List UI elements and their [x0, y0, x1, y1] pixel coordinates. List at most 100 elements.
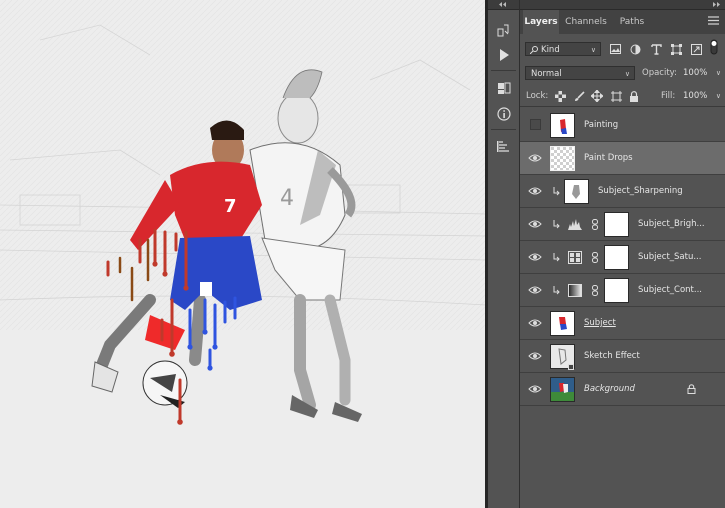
visibility-toggle[interactable]	[530, 119, 541, 130]
layer-painting[interactable]: Painting	[520, 109, 725, 142]
levels-icon	[568, 219, 582, 230]
lock-all-button[interactable]	[628, 90, 640, 102]
opacity-field[interactable]: 100% ∨	[678, 66, 723, 80]
lock-icon	[630, 90, 638, 102]
toggle-icon	[710, 39, 718, 55]
filter-toggle-button[interactable]	[708, 39, 720, 55]
libraries-button[interactable]	[493, 77, 514, 98]
eye-icon[interactable]	[528, 350, 542, 362]
panel-header[interactable]	[520, 0, 725, 10]
layer-name[interactable]: Paint Drops	[584, 142, 633, 175]
link-icon[interactable]	[592, 252, 598, 263]
clipping-arrow-icon	[553, 286, 560, 295]
link-icon[interactable]	[592, 285, 598, 296]
layer-sketch-effect[interactable]: Sketch Effect	[520, 340, 725, 373]
layer-background[interactable]: Background	[520, 373, 725, 406]
lock-position-button[interactable]	[591, 90, 603, 102]
layer-name[interactable]: Subject_Cont...	[638, 274, 702, 307]
layer-thumbnail	[564, 179, 589, 204]
collapse-icon[interactable]	[499, 2, 507, 7]
info-button[interactable]	[493, 103, 514, 124]
eye-icon[interactable]	[528, 383, 542, 395]
svg-text:4: 4	[280, 186, 294, 211]
lock-pixels-button[interactable]	[573, 90, 585, 102]
blend-mode-value: Normal	[531, 69, 562, 79]
collapse-icon[interactable]	[713, 2, 721, 7]
layer-mask-thumbnail[interactable]	[604, 245, 629, 270]
tool-strip	[488, 0, 520, 508]
tab-paths[interactable]: Paths	[613, 10, 651, 34]
layer-name[interactable]: Subject_Satu...	[638, 241, 701, 274]
eye-icon[interactable]	[528, 152, 542, 164]
history-icon	[497, 24, 508, 36]
history-button[interactable]	[493, 20, 514, 41]
layer-mask-thumbnail[interactable]	[604, 212, 629, 237]
actions-button[interactable]	[493, 44, 514, 65]
lock-transparent-button[interactable]	[554, 90, 566, 102]
layer-subject-saturation[interactable]: Subject_Satu...	[520, 241, 725, 274]
fill-field[interactable]: 100% ∨	[678, 89, 723, 103]
filter-adjustment-button[interactable]	[629, 43, 641, 55]
lock-label: Lock:	[526, 91, 549, 101]
layer-name[interactable]: Sketch Effect	[584, 340, 640, 373]
lock-artboard-button[interactable]	[610, 90, 622, 102]
eye-icon[interactable]	[528, 218, 542, 230]
tab-channels[interactable]: Channels	[561, 10, 611, 34]
layer-name[interactable]: Subject	[584, 307, 616, 340]
layer-paint-drops[interactable]: Paint Drops	[520, 142, 725, 175]
fill-label: Fill:	[661, 91, 676, 101]
properties-button[interactable]	[493, 136, 514, 157]
hue-saturation-icon	[568, 251, 582, 264]
lock-icon	[687, 384, 696, 394]
layer-name[interactable]: Subject_Sharpening	[598, 175, 683, 208]
layer-subject-sharpening[interactable]: Subject_Sharpening	[520, 175, 725, 208]
layer-mask-thumbnail[interactable]	[604, 278, 629, 303]
layer-thumbnail	[550, 377, 575, 402]
tool-strip-header[interactable]	[488, 0, 519, 10]
chevron-down-icon: ∨	[715, 92, 721, 100]
layer-subject-contrast[interactable]: Subject_Cont...	[520, 274, 725, 307]
filter-pixel-button[interactable]	[609, 43, 621, 55]
layer-subject[interactable]: Subject	[520, 307, 725, 340]
image-icon	[609, 44, 621, 54]
libraries-icon	[497, 82, 510, 94]
tab-layers[interactable]: Layers	[523, 10, 559, 34]
play-icon	[499, 48, 509, 61]
brush-icon	[574, 90, 585, 101]
layer-thumbnail	[550, 311, 575, 336]
layer-name[interactable]: Background	[584, 373, 635, 406]
eye-icon[interactable]	[528, 317, 542, 329]
filter-kind-dropdown[interactable]: Kind ∨	[525, 42, 601, 56]
half-circle-icon	[630, 44, 640, 54]
chevron-down-icon: ∨	[590, 46, 596, 54]
filter-type-button[interactable]	[650, 43, 662, 55]
move-icon	[591, 90, 603, 102]
properties-icon	[496, 140, 509, 152]
document-canvas[interactable]: 4 7	[0, 0, 486, 508]
opacity-label: Opacity:	[642, 68, 677, 78]
layer-thumbnail	[550, 146, 575, 171]
layer-subject-brightness[interactable]: Subject_Brigh...	[520, 208, 725, 241]
link-icon[interactable]	[592, 219, 598, 230]
layer-name[interactable]: Painting	[584, 109, 618, 142]
eye-icon[interactable]	[528, 185, 542, 197]
blend-mode-dropdown[interactable]: Normal ∨	[525, 66, 635, 80]
eye-icon[interactable]	[528, 284, 542, 296]
clipping-arrow-icon	[553, 220, 560, 229]
eye-icon[interactable]	[528, 251, 542, 263]
layer-name[interactable]: Subject_Brigh...	[638, 208, 705, 241]
layers-panel: Layers Channels Paths Kind ∨ Normal ∨ Op…	[520, 0, 725, 508]
layer-thumbnail	[550, 113, 575, 138]
artwork-image: 4 7	[0, 0, 486, 508]
gradient-map-icon	[568, 284, 582, 297]
filter-shape-button[interactable]	[670, 43, 682, 55]
clipping-arrow-icon	[553, 187, 560, 196]
panel-menu-icon[interactable]	[708, 16, 719, 25]
panel-tabs: Layers Channels Paths	[520, 10, 725, 34]
info-icon	[496, 106, 511, 121]
chevron-down-icon: ∨	[715, 69, 721, 77]
checkerboard-icon	[554, 90, 566, 102]
opacity-value: 100%	[683, 68, 708, 78]
artboard-icon	[610, 90, 622, 102]
filter-smart-object-button[interactable]	[690, 43, 702, 55]
